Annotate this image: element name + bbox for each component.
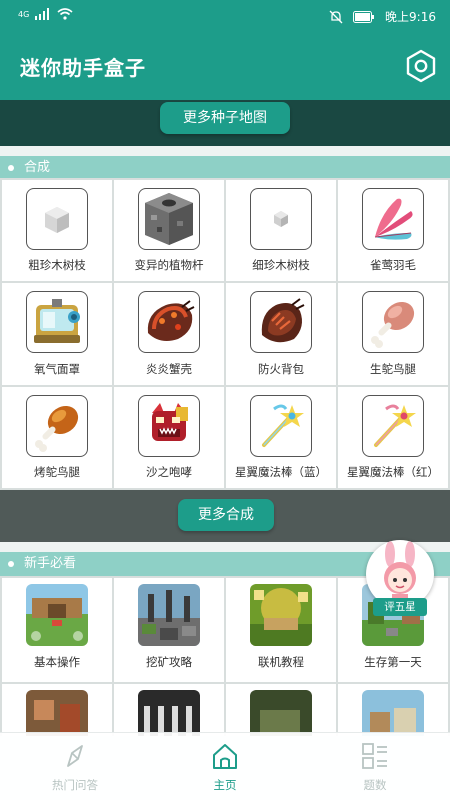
synthesis-item[interactable]: 变异的植物杆 <box>114 180 224 282</box>
crab-shell-icon <box>138 291 200 354</box>
hexagon-settings-icon <box>406 49 436 83</box>
guide-thumbnail <box>138 690 200 736</box>
guide-item-label: 挖矿攻略 <box>146 655 192 669</box>
nav-tab-questions[interactable]: 题数 <box>300 733 450 800</box>
synthesis-item-label: 星翼魔法棒（红） <box>347 465 439 479</box>
synthesis-item[interactable]: 烤鸵鸟腿 <box>2 386 112 488</box>
nav-label: 主页 <box>213 778 237 792</box>
mining-guide-thumbnail <box>138 584 200 646</box>
synthesis-item-label: 雀莺羽毛 <box>370 258 416 273</box>
rate-five-stars-button[interactable]: 评五星 <box>366 540 434 622</box>
guide-item-label: 生存第一天 <box>364 655 422 669</box>
synthesis-item-label: 粗珍木树枝 <box>28 258 86 273</box>
guide-item[interactable] <box>114 684 224 736</box>
feather-icon <box>362 188 424 250</box>
synthesis-item[interactable]: 生鸵鸟腿 <box>338 283 448 385</box>
nav-label: 题数 <box>363 778 387 792</box>
raw-drumstick-icon <box>362 291 424 354</box>
synthesis-grid: 粗珍木树枝 变异的植物杆 细珍木树枝 雀莺羽毛 氧气面罩 炎炎蟹壳 防火背包 生… <box>0 178 450 490</box>
synthesis-item-label: 星翼魔法棒（蓝） <box>235 465 327 479</box>
wand-blue-icon <box>250 394 312 457</box>
grid-list-icon <box>362 743 387 769</box>
synthesis-item-label: 炎炎蟹壳 <box>146 361 192 376</box>
roasted-drumstick-icon <box>26 394 88 457</box>
app-header: 迷你助手盒子 <box>0 32 450 100</box>
synthesis-item-label: 防火背包 <box>258 361 304 376</box>
pale-cube-icon <box>26 188 88 250</box>
guide-title: 新手必看 <box>24 556 77 571</box>
synthesis-item[interactable]: 炎炎蟹壳 <box>114 283 224 385</box>
compass-icon <box>67 745 83 767</box>
status-bar: 4G 晚上9:16 <box>0 0 450 32</box>
synthesis-section-header: 合成 <box>0 156 450 180</box>
synthesis-item[interactable]: 星翼魔法棒（红） <box>338 386 448 488</box>
mute-icon <box>329 10 343 23</box>
signal-icon <box>35 8 50 20</box>
guide-thumbnail <box>362 690 424 736</box>
wand-red-icon <box>362 394 424 457</box>
settings-button[interactable] <box>404 49 438 83</box>
synthesis-item[interactable]: 氧气面罩 <box>2 283 112 385</box>
guide-item[interactable] <box>226 684 336 736</box>
rate-label: 评五星 <box>373 598 427 616</box>
synthesis-item-label: 变异的植物杆 <box>134 258 204 273</box>
synthesis-item-label: 沙之咆哮 <box>146 465 192 479</box>
guide-item[interactable] <box>2 684 112 736</box>
bottom-navigation: 热门问答 主页 题数 <box>0 732 450 800</box>
battery-icon <box>353 10 375 23</box>
guide-thumbnail <box>250 690 312 736</box>
guide-item-label: 联机教程 <box>258 655 304 669</box>
synthesis-item-label: 细珍木树枝 <box>252 258 310 273</box>
fire-backpack-icon <box>250 291 312 354</box>
wifi-icon <box>57 8 73 20</box>
more-seed-maps-button[interactable]: 更多种子地图 <box>160 102 290 134</box>
synthesis-item-label: 烤鸵鸟腿 <box>34 465 80 479</box>
nav-tab-home[interactable]: 主页 <box>150 733 300 800</box>
guide-item[interactable]: 基本操作 <box>2 578 112 682</box>
guide-item[interactable]: 挖矿攻略 <box>114 578 224 682</box>
guide-item[interactable] <box>338 684 448 736</box>
status-time: 晚上9:16 <box>385 10 436 24</box>
sand-roar-mask-icon <box>138 394 200 457</box>
bullet-dot-icon <box>8 561 14 567</box>
synthesis-item[interactable]: 防火背包 <box>226 283 336 385</box>
synthesis-title: 合成 <box>24 160 51 175</box>
more-synthesis-button[interactable]: 更多合成 <box>178 499 274 531</box>
synthesis-item[interactable]: 粗珍木树枝 <box>2 180 112 282</box>
basic-controls-thumbnail <box>26 584 88 646</box>
guide-item-label: 基本操作 <box>34 655 80 669</box>
home-icon <box>213 744 237 769</box>
multiplayer-guide-thumbnail <box>250 584 312 646</box>
guide-item[interactable]: 联机教程 <box>226 578 336 682</box>
synthesis-item[interactable]: 沙之咆哮 <box>114 386 224 488</box>
nav-label: 热门问答 <box>52 778 98 792</box>
stone-block-icon <box>138 188 200 250</box>
synthesis-item[interactable]: 星翼魔法棒（蓝） <box>226 386 336 488</box>
bullet-dot-icon <box>8 165 14 171</box>
synthesis-item[interactable]: 细珍木树枝 <box>226 180 336 282</box>
network-label: 4G <box>18 9 30 19</box>
oxygen-mask-icon <box>26 291 88 354</box>
synthesis-item-label: 氧气面罩 <box>34 361 80 376</box>
small-cube-icon <box>250 188 312 250</box>
nav-tab-hot-qa[interactable]: 热门问答 <box>0 733 150 800</box>
guide-thumbnail <box>26 690 88 736</box>
app-title: 迷你助手盒子 <box>20 56 146 80</box>
synthesis-item-label: 生鸵鸟腿 <box>370 361 416 376</box>
synthesis-item[interactable]: 雀莺羽毛 <box>338 180 448 282</box>
